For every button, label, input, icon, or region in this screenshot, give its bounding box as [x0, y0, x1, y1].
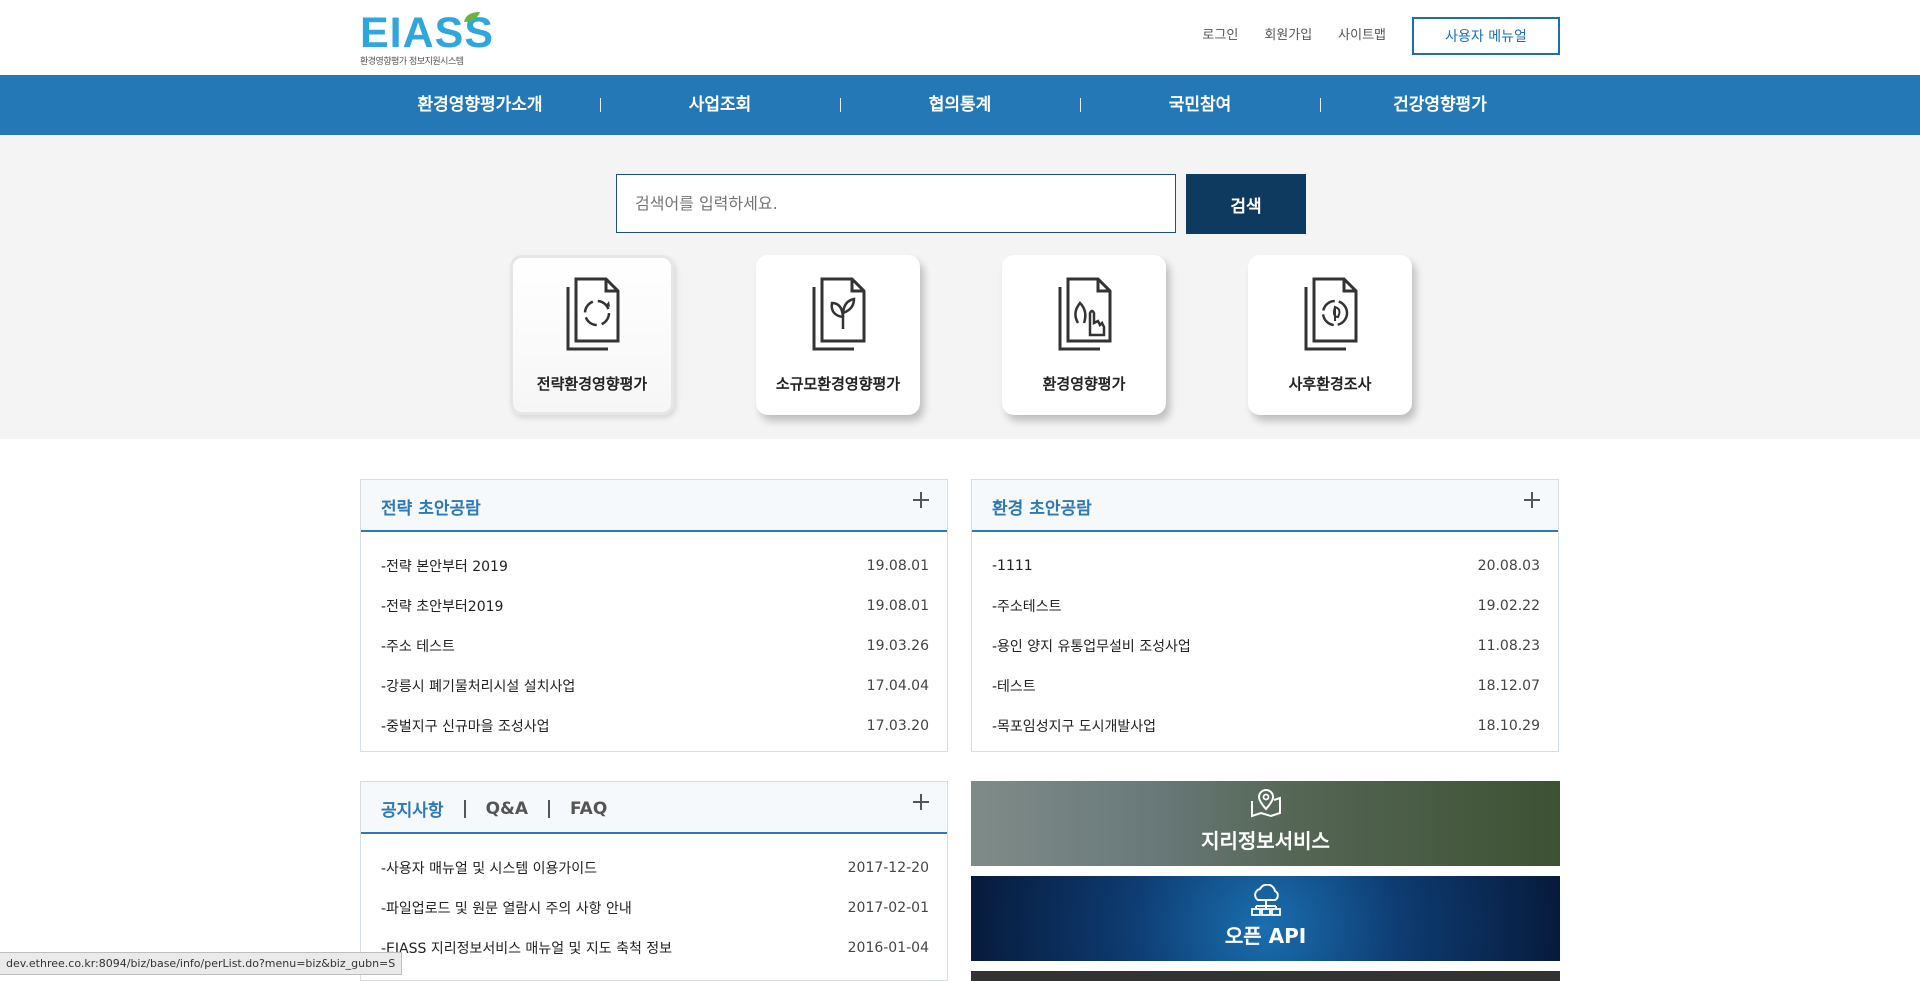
- banner-label: 오픈 API: [1224, 924, 1307, 948]
- nav-item-statistics[interactable]: 협의통계: [840, 75, 1080, 135]
- banner-label: 지리정보서비스: [1201, 829, 1330, 853]
- user-manual-button[interactable]: 사용자 메뉴얼: [1412, 17, 1560, 55]
- item-title[interactable]: -EIASS 지리정보서비스 매뉴얼 및 지도 축척 정보: [381, 938, 672, 958]
- sitemap-link[interactable]: 사이트맵: [1338, 16, 1386, 56]
- cloud-network-icon: [1250, 884, 1281, 916]
- card-strategic-eia[interactable]: 전략환경영향평가: [510, 255, 674, 415]
- header: EIASS 환경영향평가 정보지원시스템 로그인 회원가입 사이트맵 사용자 메…: [0, 0, 1920, 75]
- document-refresh-leaf-icon: [1304, 277, 1358, 351]
- board-notice: 공지사항 Q&A FAQ -사용자 매뉴얼 및 시스템 이용가이드 2017-12…: [360, 781, 948, 981]
- item-title[interactable]: -전략 본안부터 2019: [381, 556, 508, 576]
- board-env-draft: 환경 초안공람 -1111 20.08.03 -주소테스트 19.02.22 -용인…: [971, 479, 1559, 752]
- category-cards: 전략환경영향평가 소규모환경영향평가 환경영향평가 사후환경조사: [510, 255, 1416, 415]
- item-title[interactable]: -주소테스트: [992, 596, 1061, 616]
- tab-divider: [548, 799, 550, 818]
- item-date: 11.08.23: [1477, 638, 1540, 654]
- item-title[interactable]: -중벌지구 신규마을 조성사업: [381, 716, 550, 736]
- item-date: 17.03.20: [866, 718, 929, 734]
- item-title[interactable]: -목포임성지구 도시개발사업: [992, 716, 1156, 736]
- tab-divider: [463, 799, 466, 818]
- board-header: 공지사항 Q&A FAQ: [361, 782, 947, 834]
- plus-icon[interactable]: [913, 492, 929, 508]
- list-item[interactable]: -용인 양지 유통업무설비 조성사업 11.08.23: [972, 626, 1558, 666]
- item-date: 18.10.29: [1477, 718, 1540, 734]
- board-list: -1111 20.08.03 -주소테스트 19.02.22 -용인 양지 유통업무…: [972, 532, 1558, 746]
- item-date: 2017-12-20: [847, 860, 929, 876]
- board-title[interactable]: 전략 초안공람: [381, 494, 481, 519]
- board-tabs: 공지사항 Q&A FAQ: [381, 796, 607, 822]
- map-pin-icon: [1250, 789, 1281, 818]
- list-item[interactable]: -주소테스트 19.02.22: [972, 586, 1558, 626]
- item-date: 19.03.26: [866, 638, 929, 654]
- card-small-eia[interactable]: 소규모환경영향평가: [756, 255, 920, 415]
- item-date: 19.02.22: [1477, 598, 1540, 614]
- item-title[interactable]: -용인 양지 유통업무설비 조성사업: [992, 636, 1191, 656]
- banner-open-api[interactable]: 오픈 API: [971, 876, 1560, 961]
- board-list: -사용자 매뉴얼 및 시스템 이용가이드 2017-12-20 -파일업로드 및 …: [361, 834, 947, 968]
- document-hand-icon: [1058, 277, 1112, 351]
- hero-section: 검색 전략환경영향평가 소규모환경영향평가: [0, 135, 1920, 439]
- card-eia[interactable]: 환경영향평가: [1002, 255, 1166, 415]
- nav-item-project-search[interactable]: 사업조회: [600, 75, 840, 135]
- list-item[interactable]: -전략 본안부터 2019 19.08.01: [361, 546, 947, 586]
- item-title[interactable]: -1111: [992, 558, 1033, 574]
- card-label: 전략환경영향평가: [536, 375, 648, 393]
- list-item[interactable]: -강릉시 폐기물처리시설 설치사업 17.04.04: [361, 666, 947, 706]
- board-title[interactable]: 환경 초안공람: [992, 494, 1092, 519]
- nav-item-health-assessment[interactable]: 건강영향평가: [1320, 75, 1560, 135]
- search-input[interactable]: [616, 174, 1176, 233]
- board-strategy-draft: 전략 초안공람 -전략 본안부터 2019 19.08.01 -전략 초안부터20…: [360, 479, 948, 752]
- logo[interactable]: EIASS 환경영향평가 정보지원시스템: [360, 10, 494, 67]
- tab-notice[interactable]: 공지사항: [381, 796, 444, 821]
- board-header: 전략 초안공람: [361, 480, 947, 532]
- document-cycle-icon: [566, 277, 620, 351]
- list-item[interactable]: -테스트 18.12.07: [972, 666, 1558, 706]
- nav-item-eia-intro[interactable]: 환경영향평가소개: [360, 75, 600, 135]
- item-date: 19.08.01: [866, 558, 929, 574]
- banner-gis-service[interactable]: 지리정보서비스: [971, 781, 1560, 866]
- plus-icon[interactable]: [1524, 492, 1540, 508]
- list-item[interactable]: -사용자 매뉴얼 및 시스템 이용가이드 2017-12-20: [361, 848, 947, 888]
- item-title[interactable]: -테스트: [992, 676, 1036, 696]
- document-leaf-icon: [812, 277, 866, 351]
- item-date: 2017-02-01: [847, 900, 929, 916]
- signup-link[interactable]: 회원가입: [1264, 16, 1312, 56]
- item-title[interactable]: -사용자 매뉴얼 및 시스템 이용가이드: [381, 858, 597, 878]
- card-post-survey[interactable]: 사후환경조사: [1248, 255, 1412, 415]
- search-button[interactable]: 검색: [1186, 174, 1306, 234]
- main-content: 전략 초안공람 -전략 본안부터 2019 19.08.01 -전략 초안부터20…: [360, 439, 1560, 981]
- item-date: 2016-01-04: [847, 940, 929, 956]
- item-title[interactable]: -강릉시 폐기물처리시설 설치사업: [381, 676, 575, 696]
- tab-qna[interactable]: Q&A: [486, 799, 528, 819]
- utility-nav: 로그인 회원가입 사이트맵 사용자 메뉴얼: [1202, 16, 1560, 56]
- browser-status-bar: dev.ethree.co.kr:8094/biz/base/info/perL…: [0, 952, 403, 975]
- list-item[interactable]: -중벌지구 신규마을 조성사업 17.03.20: [361, 706, 947, 746]
- list-item[interactable]: -EIASS 지리정보서비스 매뉴얼 및 지도 축척 정보 2016-01-04: [361, 928, 947, 968]
- banner-partial[interactable]: [971, 971, 1560, 981]
- tab-faq[interactable]: FAQ: [570, 799, 607, 819]
- item-date: 19.08.01: [866, 598, 929, 614]
- list-item[interactable]: -1111 20.08.03: [972, 546, 1558, 586]
- card-label: 사후환경조사: [1288, 375, 1372, 393]
- main-nav: 환경영향평가소개 사업조회 협의통계 국민참여 건강영향평가: [0, 75, 1920, 135]
- card-label: 소규모환경영향평가: [775, 375, 901, 393]
- card-label: 환경영향평가: [1042, 375, 1126, 393]
- list-item[interactable]: -목포임성지구 도시개발사업 18.10.29: [972, 706, 1558, 746]
- leaf-icon: [464, 12, 480, 22]
- nav-item-participation[interactable]: 국민참여: [1080, 75, 1320, 135]
- item-date: 17.04.04: [866, 678, 929, 694]
- list-item[interactable]: -전략 초안부터2019 19.08.01: [361, 586, 947, 626]
- list-item[interactable]: -주소 테스트 19.03.26: [361, 626, 947, 666]
- item-title[interactable]: -전략 초안부터2019: [381, 596, 503, 616]
- item-date: 20.08.03: [1477, 558, 1540, 574]
- search-bar: 검색: [616, 174, 1306, 234]
- board-list: -전략 본안부터 2019 19.08.01 -전략 초안부터2019 19.08.…: [361, 532, 947, 746]
- item-title[interactable]: -파일업로드 및 원문 열람시 주의 사항 안내: [381, 898, 632, 918]
- item-title[interactable]: -주소 테스트: [381, 636, 455, 656]
- plus-icon[interactable]: [913, 794, 929, 810]
- item-date: 18.12.07: [1477, 678, 1540, 694]
- list-item[interactable]: -파일업로드 및 원문 열람시 주의 사항 안내 2017-02-01: [361, 888, 947, 928]
- login-link[interactable]: 로그인: [1202, 16, 1238, 56]
- board-header: 환경 초안공람: [972, 480, 1558, 532]
